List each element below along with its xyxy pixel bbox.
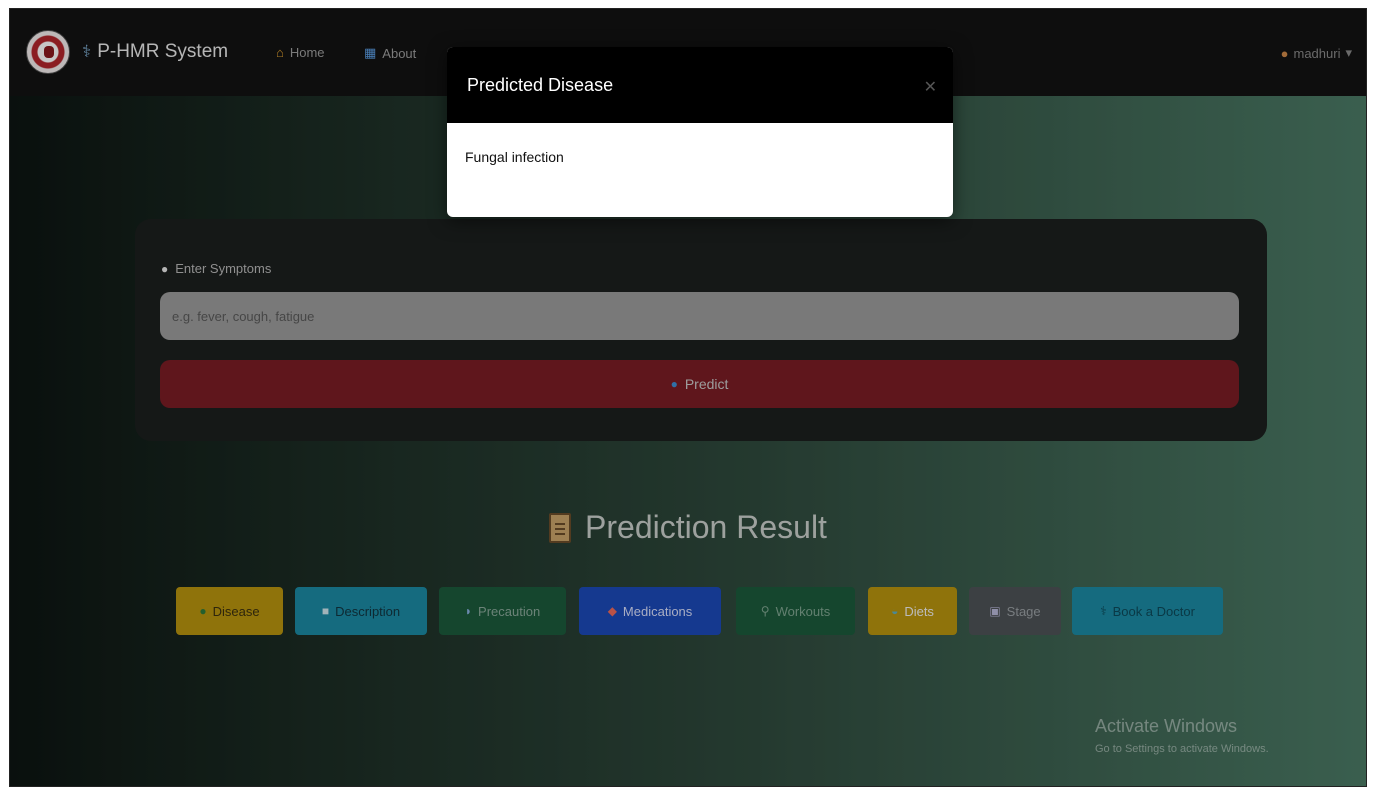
- predicted-disease-modal: Predicted Disease ✕ Fungal infection: [447, 47, 953, 217]
- predicted-disease-value: Fungal infection: [465, 149, 564, 165]
- modal-body: Fungal infection: [447, 123, 953, 165]
- close-icon[interactable]: ✕: [924, 77, 937, 97]
- app-window: ⚕ P-HMR System ⌂ Home ▦ About ● madhuri …: [9, 8, 1367, 787]
- modal-header: Predicted Disease: [447, 47, 953, 123]
- modal-title: Predicted Disease: [467, 74, 614, 95]
